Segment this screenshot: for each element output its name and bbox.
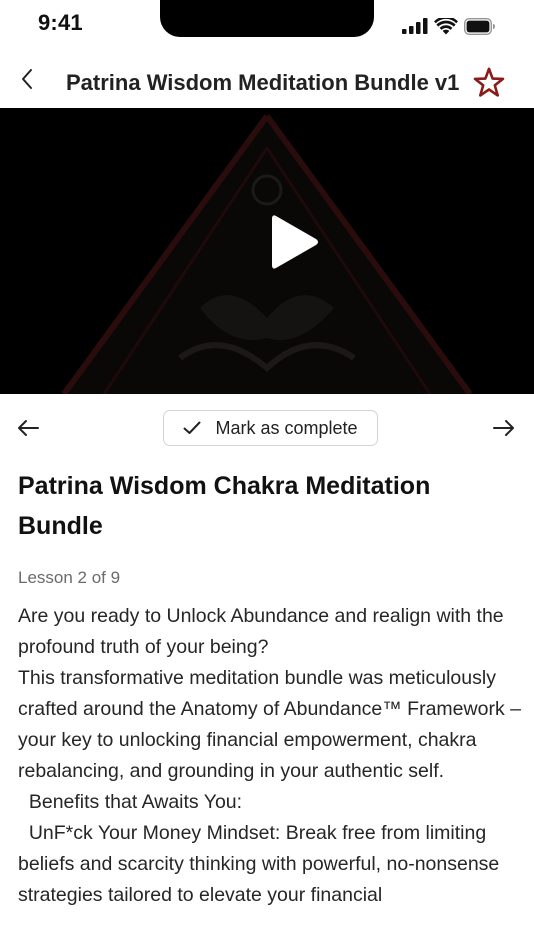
battery-icon bbox=[464, 17, 495, 35]
lesson-progress: Lesson 2 of 9 bbox=[18, 568, 121, 587]
nav-bar: Patrina Wisdom Meditation Bundle v1 bbox=[0, 56, 534, 108]
previous-lesson-button[interactable] bbox=[14, 414, 42, 442]
arrow-left-icon bbox=[18, 420, 39, 436]
page-title: Patrina Wisdom Meditation Bundle v1 bbox=[66, 70, 460, 95]
signal-icon bbox=[402, 18, 428, 34]
favorite-button[interactable] bbox=[472, 66, 506, 100]
video-thumbnail bbox=[61, 114, 473, 394]
mark-complete-label: Mark as complete bbox=[215, 417, 358, 438]
lesson-paragraph: Benefits that Awaits You: bbox=[18, 791, 243, 813]
play-icon[interactable] bbox=[270, 212, 322, 272]
chevron-left-icon bbox=[22, 69, 32, 89]
next-lesson-button[interactable] bbox=[490, 414, 518, 442]
lesson-paragraph: Are you ready to Unlock Abundance and re… bbox=[18, 605, 510, 658]
video-player[interactable] bbox=[0, 108, 534, 394]
arrow-right-icon bbox=[493, 420, 514, 436]
status-time: 9:41 bbox=[38, 10, 83, 35]
status-icons bbox=[402, 16, 496, 36]
lesson-paragraph: This transformative meditation bundle wa… bbox=[18, 667, 527, 782]
back-button[interactable] bbox=[12, 64, 42, 94]
lesson-controls: Mark as complete bbox=[0, 406, 534, 450]
mark-complete-button[interactable]: Mark as complete bbox=[163, 410, 378, 446]
device-notch bbox=[160, 0, 374, 37]
check-icon bbox=[183, 421, 201, 434]
lesson-title: Patrina Wisdom Chakra Meditation Bundle bbox=[18, 472, 431, 540]
wifi-icon bbox=[434, 17, 458, 34]
lesson-description: Are you ready to Unlock Abundance and re… bbox=[18, 601, 524, 911]
star-outline-icon bbox=[473, 67, 505, 97]
status-bar: 9:41 bbox=[0, 0, 534, 50]
lesson-paragraph: UnF*ck Your Money Mindset: Break free fr… bbox=[18, 822, 505, 906]
